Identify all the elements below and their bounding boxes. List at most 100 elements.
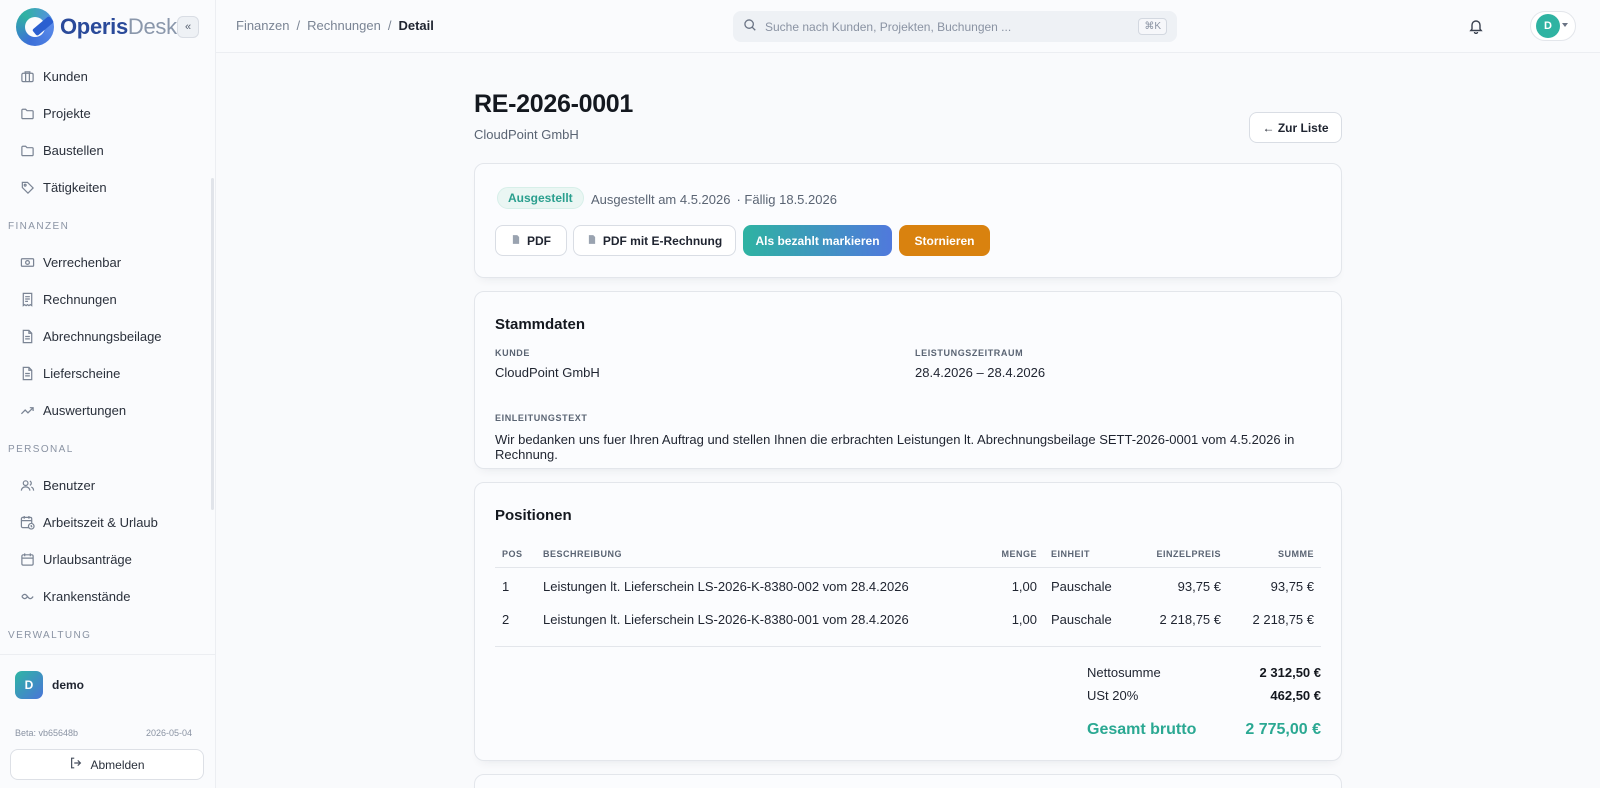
- money-icon: [20, 255, 35, 270]
- collapse-sidebar-button[interactable]: «: [177, 16, 199, 38]
- sidebar-item-abrechnungsbeilage[interactable]: Abrechnungsbeilage: [0, 318, 212, 355]
- sidebar-item-projekte[interactable]: Projekte: [0, 95, 212, 132]
- sidebar-item-label: Verrechenbar: [43, 255, 122, 270]
- cell-pos: 2: [502, 612, 510, 627]
- sidebar-item-baustellen[interactable]: Baustellen: [0, 132, 212, 169]
- sidebar-item-lieferscheine[interactable]: Lieferscheine: [0, 355, 212, 392]
- sidebar-item-arbeitszeit[interactable]: Arbeitszeit & Urlaub: [0, 504, 212, 541]
- trend-icon: [20, 403, 35, 418]
- bell-icon[interactable]: [1468, 18, 1484, 37]
- cell-menge: 1,00: [1011, 579, 1037, 595]
- ust-label: USt 20%: [1087, 688, 1139, 703]
- document-icon: [587, 234, 597, 248]
- user-panel: D demo Beta: vb65648b 2026-05-04 Abmelde…: [0, 654, 216, 780]
- zeitraum-value: 28.4.2026 – 28.4.2026: [915, 365, 1046, 380]
- sidebar-item-label: Projekte: [43, 106, 91, 121]
- next-card: [474, 774, 1342, 788]
- sidebar-item-label: Kunden: [43, 69, 88, 84]
- cell-pos: 1: [502, 579, 510, 595]
- table-header-row: POS BESCHREIBUNG MENGE EINHEIT EINZELPRE…: [495, 541, 1321, 568]
- positionen-card: Positionen POS BESCHREIBUNG MENGE EINHEI…: [474, 482, 1342, 761]
- cell-menge: 1,00: [1011, 612, 1037, 627]
- pdf-button[interactable]: PDF: [495, 225, 567, 256]
- section-personal: PERSONAL: [8, 443, 74, 455]
- netto-value: 2 312,50 €: [1259, 665, 1321, 680]
- zeitraum-label: LEISTUNGSZEITRAUM: [915, 348, 1024, 358]
- search-shortcut: ⌘K: [1138, 18, 1167, 35]
- document-icon: [20, 329, 35, 344]
- calendar-clock-icon: [20, 515, 35, 530]
- sidebar-item-verrechenbar[interactable]: Verrechenbar: [0, 244, 212, 281]
- brand-name-part1: Operis: [60, 14, 128, 39]
- document-icon: [20, 366, 35, 381]
- pdf-button-label: PDF: [527, 233, 551, 248]
- avatar[interactable]: D: [1536, 14, 1560, 38]
- issued-date: Ausgestellt am 4.5.2026: [591, 192, 731, 207]
- beta-version: Beta: vb65648b: [15, 728, 79, 738]
- sidebar-item-taetigkeiten[interactable]: Tätigkeiten: [0, 169, 212, 206]
- back-to-list-button[interactable]: ← Zur Liste: [1249, 112, 1342, 143]
- section-finanzen: FINANZEN: [8, 220, 70, 232]
- status-badge: Ausgestellt: [497, 187, 584, 209]
- col-summe: SUMME: [1228, 541, 1321, 568]
- kunde-label: KUNDE: [495, 348, 531, 358]
- cell-summe: 2 218,75 €: [1252, 612, 1314, 627]
- table-row: 1 Leistungen lt. Lieferschein LS-2026-K-…: [495, 567, 1321, 602]
- stammdaten-title: Stammdaten: [495, 316, 586, 333]
- positionen-title: Positionen: [495, 507, 572, 524]
- sidebar-item-auswertungen[interactable]: Auswertungen: [0, 392, 212, 429]
- document-icon: [511, 234, 521, 248]
- sidebar-item-label: Abrechnungsbeilage: [43, 329, 162, 344]
- calendar-icon: [20, 552, 35, 567]
- sidebar-item-rechnungen[interactable]: Rechnungen: [0, 281, 212, 318]
- totals-divider: [495, 646, 1321, 647]
- cell-einzelpreis: 2 218,75 €: [1159, 612, 1221, 627]
- beta-date: 2026-05-04: [146, 728, 193, 738]
- sidebar-scrollbar[interactable]: [211, 178, 214, 510]
- avatar[interactable]: D: [15, 671, 43, 699]
- section-verwaltung: VERWALTUNG: [8, 629, 92, 641]
- cell-einzelpreis: 93,75 €: [1177, 579, 1221, 595]
- cancel-invoice-button[interactable]: Stornieren: [899, 225, 990, 256]
- receipt-icon: [20, 292, 35, 307]
- sidebar-item-krankenstaende[interactable]: Krankenstände: [0, 578, 212, 615]
- cell-einheit: Pauschale: [1051, 579, 1112, 595]
- cell-beschreibung: Leistungen lt. Lieferschein LS-2026-K-83…: [543, 579, 909, 595]
- breadcrumb-separator: /: [387, 18, 392, 33]
- user-name: demo: [52, 678, 85, 692]
- brand-name-part2: Desk: [127, 14, 177, 39]
- breadcrumb-current: Detail: [398, 18, 434, 33]
- pdf-erechnung-label: PDF mit E-Rechnung: [602, 233, 723, 248]
- col-pos: POS: [495, 541, 536, 568]
- sidebar: OperisDesk « Kunden Projekte Baustellen …: [0, 0, 216, 788]
- folder-icon: [20, 106, 35, 121]
- sidebar-item-label: Krankenstände: [43, 589, 131, 604]
- logout-button[interactable]: Abmelden: [10, 749, 204, 780]
- brand-name: OperisDesk: [60, 14, 177, 40]
- sidebar-item-urlaubsantraege[interactable]: Urlaubsanträge: [0, 541, 212, 578]
- breadcrumb-separator: /: [296, 18, 301, 33]
- bandage-icon: [20, 589, 35, 604]
- cell-einheit: Pauschale: [1051, 612, 1112, 627]
- kunde-value: CloudPoint GmbH: [495, 365, 600, 380]
- brand-logo[interactable]: OperisDesk: [16, 8, 177, 46]
- sidebar-item-kunden[interactable]: Kunden: [0, 58, 212, 95]
- ust-value: 462,50 €: [1270, 688, 1321, 703]
- sidebar-item-label: Arbeitszeit & Urlaub: [43, 515, 158, 530]
- sidebar-item-label: Baustellen: [43, 143, 104, 158]
- breadcrumb-finanzen[interactable]: Finanzen: [236, 18, 289, 33]
- netto-label: Nettosumme: [1087, 665, 1161, 680]
- breadcrumb-rechnungen[interactable]: Rechnungen: [307, 18, 381, 33]
- sidebar-item-label: Rechnungen: [43, 292, 117, 307]
- brutto-label: Gesamt brutto: [1087, 721, 1197, 738]
- breadcrumb: Finanzen / Rechnungen / Detail: [236, 18, 434, 33]
- mark-paid-button[interactable]: Als bezahlt markieren: [743, 225, 892, 256]
- positionen-table: POS BESCHREIBUNG MENGE EINHEIT EINZELPRE…: [495, 541, 1321, 637]
- sidebar-item-benutzer[interactable]: Benutzer: [0, 467, 212, 504]
- users-icon: [20, 478, 35, 493]
- search-input[interactable]: Suche nach Kunden, Projekten, Buchungen …: [733, 11, 1177, 42]
- sidebar-item-label: Auswertungen: [43, 403, 127, 418]
- table-row: 2 Leistungen lt. Lieferschein LS-2026-K-…: [495, 602, 1321, 637]
- sidebar-item-label: Benutzer: [43, 478, 96, 493]
- pdf-erechnung-button[interactable]: PDF mit E-Rechnung: [573, 225, 736, 256]
